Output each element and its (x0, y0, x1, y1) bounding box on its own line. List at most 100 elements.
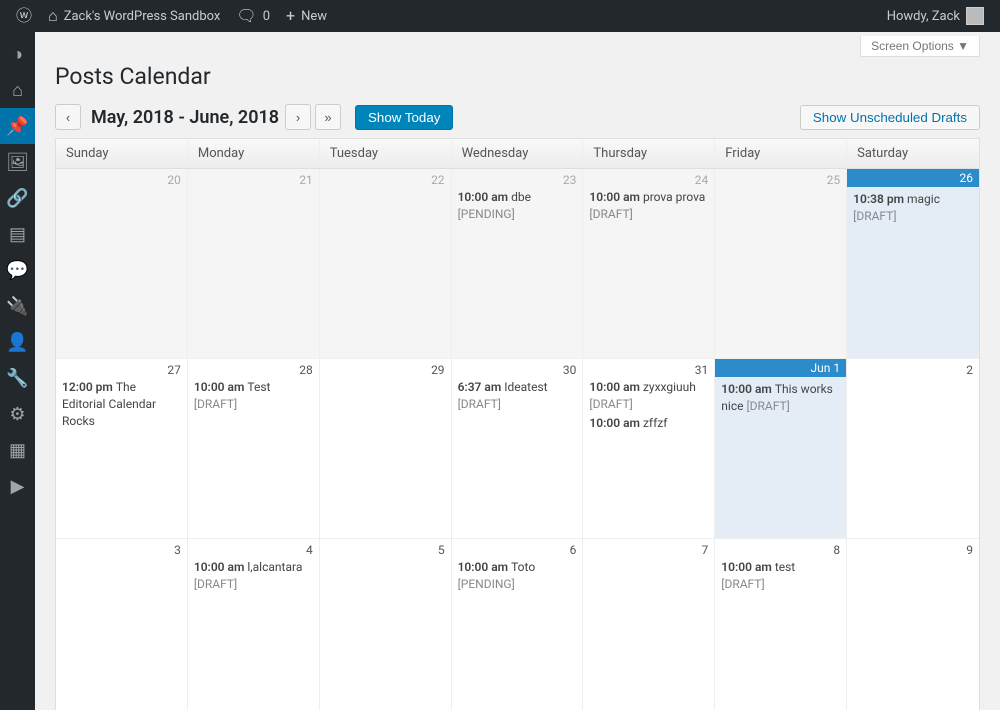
show-today-button[interactable]: Show Today (355, 105, 453, 130)
day-number: 21 (194, 173, 313, 187)
dashboard-icon: ◑ (12, 44, 23, 65)
calendar-cell[interactable]: 9 (847, 539, 979, 710)
day-header: Sunday (56, 139, 188, 168)
sidebar-item-dashboard[interactable]: ◑ (0, 36, 35, 72)
comment-icon: 🗨 (236, 8, 256, 24)
calendar-cell[interactable]: 3110:00 am zyxxgiuuh [DRAFT]10:00 am zff… (583, 359, 715, 539)
calendar-week: 3410:00 am l,alcantara [DRAFT]5610:00 am… (56, 539, 979, 710)
post-status: [DRAFT] (194, 577, 237, 591)
screen-options-button[interactable]: Screen Options ▼ (860, 36, 980, 57)
settings-icon: ⚙ (9, 404, 25, 425)
post-time: 10:00 am (194, 560, 248, 574)
calendar-cell[interactable]: Jun 110:00 am This works nice [DRAFT] (715, 359, 847, 539)
day-header: Friday (715, 139, 847, 168)
new-link[interactable]: + New (278, 0, 335, 32)
post-title: l,alcantara (247, 560, 302, 574)
day-number: 24 (589, 173, 708, 187)
post-status: [DRAFT] (853, 209, 896, 223)
day-number: 27 (62, 363, 181, 377)
calendar-post[interactable]: 6:37 am Ideatest [DRAFT] (458, 379, 577, 413)
calendar-cell[interactable]: 29 (320, 359, 452, 539)
new-label: New (301, 9, 327, 24)
calendar-post[interactable]: 10:00 am test [DRAFT] (721, 559, 840, 593)
post-title: Test (247, 380, 270, 394)
calendar-cell[interactable]: 25 (715, 169, 847, 359)
sidebar-item-link[interactable]: 🔗 (0, 180, 35, 216)
sidebar-item-user[interactable]: 👤 (0, 324, 35, 360)
calendar-post[interactable]: 10:00 am zffzf (589, 415, 708, 432)
fast-forward-button[interactable]: » (315, 104, 341, 130)
day-number: 4 (194, 543, 313, 557)
post-time: 10:00 am (589, 416, 643, 430)
post-status: [DRAFT] (746, 399, 789, 413)
calendar-post[interactable]: 10:00 am prova prova [DRAFT] (589, 189, 708, 223)
calendar-cell[interactable]: 2 (847, 359, 979, 539)
day-header: Monday (188, 139, 320, 168)
calendar-post[interactable]: 10:38 pm magic [DRAFT] (853, 191, 973, 225)
calendar-post[interactable]: 10:00 am zyxxgiuuh [DRAFT] (589, 379, 708, 413)
day-number: 23 (458, 173, 577, 187)
post-title: zyxxgiuuh (643, 380, 696, 394)
calendar-cell[interactable]: 5 (320, 539, 452, 710)
calendar-post[interactable]: 10:00 am l,alcantara [DRAFT] (194, 559, 313, 593)
admin-sidebar: ◑ ⌂📌🖼🔗▤💬🔌👤🔧 ⚙ ▦▶ (0, 32, 35, 710)
site-link[interactable]: ⌂Zack's WordPress Sandbox (40, 0, 228, 32)
day-number: 25 (721, 173, 840, 187)
howdy-link[interactable]: Howdy, Zack (879, 0, 992, 32)
comments-link[interactable]: 🗨0 (228, 0, 278, 32)
calendar-cell[interactable]: 306:37 am Ideatest [DRAFT] (452, 359, 584, 539)
calendar-cell[interactable]: 20 (56, 169, 188, 359)
comments-count: 0 (263, 9, 270, 24)
calendar-cell[interactable]: 24 10:00 am prova prova [DRAFT] (583, 169, 715, 359)
sidebar-item-square[interactable]: ▦ (0, 432, 35, 468)
sidebar-item-tool[interactable]: 🔧 (0, 360, 35, 396)
wordpress-logo[interactable]: ⓦ (8, 0, 40, 32)
plus-icon: + (286, 8, 295, 24)
post-status: [DRAFT] (589, 207, 632, 221)
howdy-text: Howdy, Zack (887, 9, 960, 24)
calendar-cell[interactable]: 2610:38 pm magic [DRAFT] (847, 169, 979, 359)
sidebar-item-media[interactable]: 🖼 (0, 144, 35, 180)
sidebar-item-pin[interactable]: 📌 (0, 108, 35, 144)
home-icon: ⌂ (48, 8, 58, 24)
calendar-cell[interactable]: 21 (188, 169, 320, 359)
calendar-cell[interactable]: 4 10:00 am l,alcantara [DRAFT] (188, 539, 320, 710)
calendar-weeks: 2021222310:00 am dbe [PENDING]2410:00 am… (56, 169, 979, 710)
calendar-cell[interactable]: 23 10:00 am dbe [PENDING] (452, 169, 584, 359)
calendar-post[interactable]: 10:00 am Test [DRAFT] (194, 379, 313, 413)
post-title: test (775, 560, 795, 574)
calendar-cell[interactable]: 610:00 am Toto [PENDING] (452, 539, 584, 710)
calendar-post[interactable]: 10:00 am dbe [PENDING] (458, 189, 577, 223)
calendar-post[interactable]: 12:00 pm The Editorial Calendar Rocks (62, 379, 181, 429)
calendar-cell[interactable]: 27 12:00 pm The Editorial Calendar Rocks (56, 359, 188, 539)
day-number: 28 (194, 363, 313, 377)
post-time: 10:00 am (194, 380, 248, 394)
sidebar-item-plugin[interactable]: 🔌 (0, 288, 35, 324)
sidebar-item-collapse[interactable]: ▶ (0, 468, 35, 504)
calendar-post[interactable]: 10:00 am This works nice [DRAFT] (721, 381, 840, 415)
sidebar-item-comment[interactable]: 💬 (0, 252, 35, 288)
post-time: 10:00 am (458, 190, 512, 204)
prev-button[interactable]: ‹ (55, 104, 81, 130)
next-button[interactable]: › (285, 104, 311, 130)
sidebar-item-settings[interactable]: ⚙ (0, 396, 35, 432)
post-time: 10:00 am (721, 560, 775, 574)
sidebar-item-page[interactable]: ▤ (0, 216, 35, 252)
date-range: May, 2018 - June, 2018 (91, 107, 279, 128)
sidebar-item-home[interactable]: ⌂ (0, 72, 35, 108)
calendar-post[interactable]: 10:00 am Toto [PENDING] (458, 559, 577, 593)
screen-options-wrap: Screen Options ▼ (55, 32, 980, 61)
calendar-cell[interactable]: 22 (320, 169, 452, 359)
calendar-cell[interactable]: 28 10:00 am Test [DRAFT] (188, 359, 320, 539)
day-header-row: SundayMondayTuesdayWednesdayThursdayFrid… (56, 139, 979, 169)
calendar-cell[interactable]: 8 10:00 am test [DRAFT] (715, 539, 847, 710)
show-unscheduled-drafts-button[interactable]: Show Unscheduled Drafts (800, 105, 980, 130)
post-time: 10:00 am (721, 382, 775, 396)
calendar: SundayMondayTuesdayWednesdayThursdayFrid… (55, 138, 980, 710)
calendar-cell[interactable]: 3 (56, 539, 188, 710)
day-number: 8 (721, 543, 840, 557)
calendar-cell[interactable]: 7 (583, 539, 715, 710)
post-title: dbe (511, 190, 531, 204)
calendar-week: 2712:00 pm The Editorial Calendar Rocks … (56, 359, 979, 539)
post-title: zffzf (643, 416, 667, 430)
